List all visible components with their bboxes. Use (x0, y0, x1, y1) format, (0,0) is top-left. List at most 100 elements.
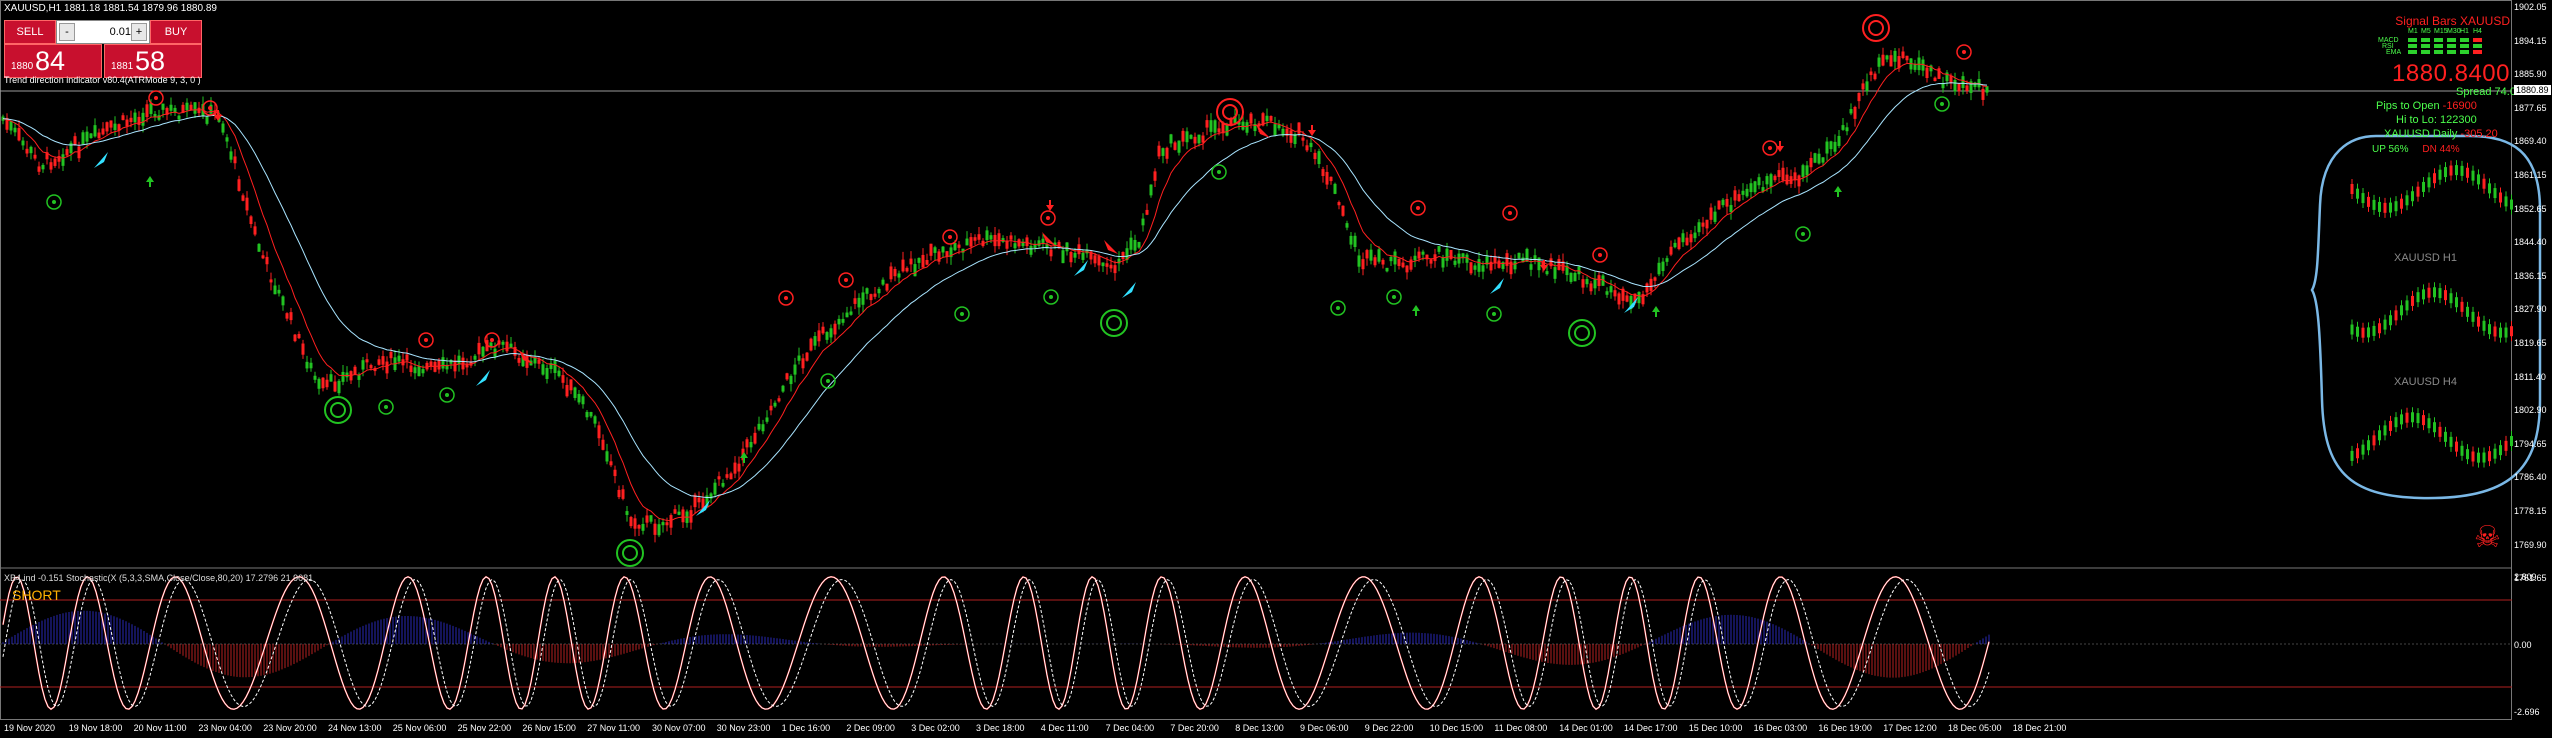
candle-body (17, 128, 21, 141)
candle-body (729, 473, 733, 480)
dn-percent: DN 44% (2422, 144, 2460, 155)
mini-candle-body (2400, 305, 2403, 316)
time-axis-tick: 16 Dec 19:00 (1818, 723, 1872, 733)
sell-price-button[interactable]: 1880 84 (4, 44, 102, 78)
candle-body (1741, 190, 1745, 195)
mini-candle-body (2460, 165, 2464, 176)
time-axis-tick: 27 Nov 11:00 (587, 723, 641, 733)
candle-body (309, 362, 313, 369)
candle-body (933, 247, 937, 253)
candle-body (1345, 223, 1349, 228)
candle-body (641, 523, 645, 531)
candle-body (1153, 171, 1157, 181)
candle-body (301, 343, 305, 355)
candle-body (1421, 251, 1425, 255)
candle-body (777, 398, 781, 402)
mini-candle-body (2499, 192, 2502, 203)
candle-body (289, 312, 293, 321)
candle-body (1545, 271, 1549, 275)
candle-body (881, 279, 885, 285)
candle-body (1093, 255, 1097, 264)
sell-signal-dot (154, 96, 158, 100)
signal-cell (2408, 38, 2417, 42)
candle-body (725, 474, 729, 478)
candle-body (1893, 50, 1897, 62)
candle-body (1865, 81, 1869, 92)
candle-body (1737, 194, 1741, 202)
signal-timeframe-label: H4 (2473, 28, 2482, 35)
candle-body (129, 117, 133, 122)
signal-cell (2460, 50, 2469, 54)
candle-body (877, 288, 881, 294)
candle-body (765, 417, 769, 422)
sell-button[interactable]: SELL (4, 20, 56, 44)
mini-candle-body (2378, 430, 2381, 441)
candle-body (1245, 122, 1249, 133)
mini-candle-body (2405, 412, 2409, 423)
candle-body (905, 267, 909, 272)
candle-body (1269, 115, 1273, 121)
candle-body (397, 355, 401, 362)
signal-cell (2447, 50, 2456, 54)
candle-body (813, 336, 817, 346)
price-axis-tick: 1894.15 (2514, 35, 2547, 46)
candle-body (1829, 141, 1833, 150)
buy-signal-dot (1049, 295, 1053, 299)
chart-canvas[interactable] (0, 0, 2552, 738)
one-click-trading-panel: SELL - + BUY 1880 84 1881 58 (4, 18, 202, 80)
candle-body (1081, 252, 1085, 260)
mini-candle-body (2378, 323, 2381, 334)
candle-body (845, 312, 849, 318)
mini-candle-body (2455, 165, 2458, 176)
buy-arrow-icon (1412, 305, 1420, 316)
buy-button[interactable]: BUY (150, 20, 202, 44)
signal-timeframe-label: H1 (2460, 28, 2469, 35)
candle-body (1429, 259, 1433, 264)
time-axis-tick: 18 Dec 21:00 (2012, 723, 2067, 733)
main-chart-area (0, 0, 2512, 720)
mini-candle-body (2411, 191, 2414, 202)
candle-body (1809, 157, 1813, 168)
price-axis-tick: 1844.40 (2514, 237, 2547, 248)
candle-body (1625, 295, 1629, 302)
candle-body (1897, 56, 1901, 69)
candle-body (1689, 234, 1693, 243)
candle-body (1249, 113, 1253, 124)
candle-body (337, 380, 341, 394)
lot-increase-button[interactable]: + (131, 23, 147, 41)
signal-cell (2473, 50, 2482, 54)
candle-body (989, 235, 993, 240)
signal-cell (2473, 44, 2482, 48)
indicator-label: Trend direction indicator v80.4(ATRMode … (4, 75, 201, 85)
candle-body (829, 328, 833, 338)
candle-body (1297, 122, 1301, 134)
sell-signal-dot (1598, 253, 1602, 257)
time-axis-tick: 8 Dec 13:00 (1235, 723, 1284, 733)
candle-body (1785, 174, 1789, 185)
mini-candle-body (2488, 451, 2491, 462)
time-axis-tick: 20 Nov 11:00 (133, 723, 187, 733)
candle-body (1953, 79, 1957, 92)
candle-body (473, 355, 477, 360)
candle-body (1697, 222, 1701, 233)
time-axis-tick: 14 Dec 01:00 (1559, 723, 1613, 733)
candle-body (1353, 235, 1357, 248)
subwindow-label: XB4 ind -0.151 Stochastic(X (5,3,3,SMA,C… (4, 573, 314, 583)
candle-body (93, 125, 97, 137)
candle-body (941, 246, 945, 253)
candle-body (1477, 259, 1481, 272)
candle-body (197, 107, 201, 114)
candle-body (761, 424, 765, 432)
lot-size-input[interactable] (77, 23, 133, 41)
candle-body (1473, 265, 1477, 270)
buy-price-button[interactable]: 1881 58 (104, 44, 202, 78)
lot-decrease-button[interactable]: - (59, 23, 75, 41)
time-axis-tick: 23 Nov 20:00 (263, 723, 317, 733)
candle-body (369, 365, 373, 369)
ma-slow-line (2, 82, 1988, 498)
candle-body (661, 522, 665, 526)
candle-body (1273, 124, 1277, 136)
candle-body (821, 326, 825, 334)
mini-chart-label-h1: XAUUSD H1 (2394, 252, 2457, 264)
candle-body (1373, 257, 1377, 266)
